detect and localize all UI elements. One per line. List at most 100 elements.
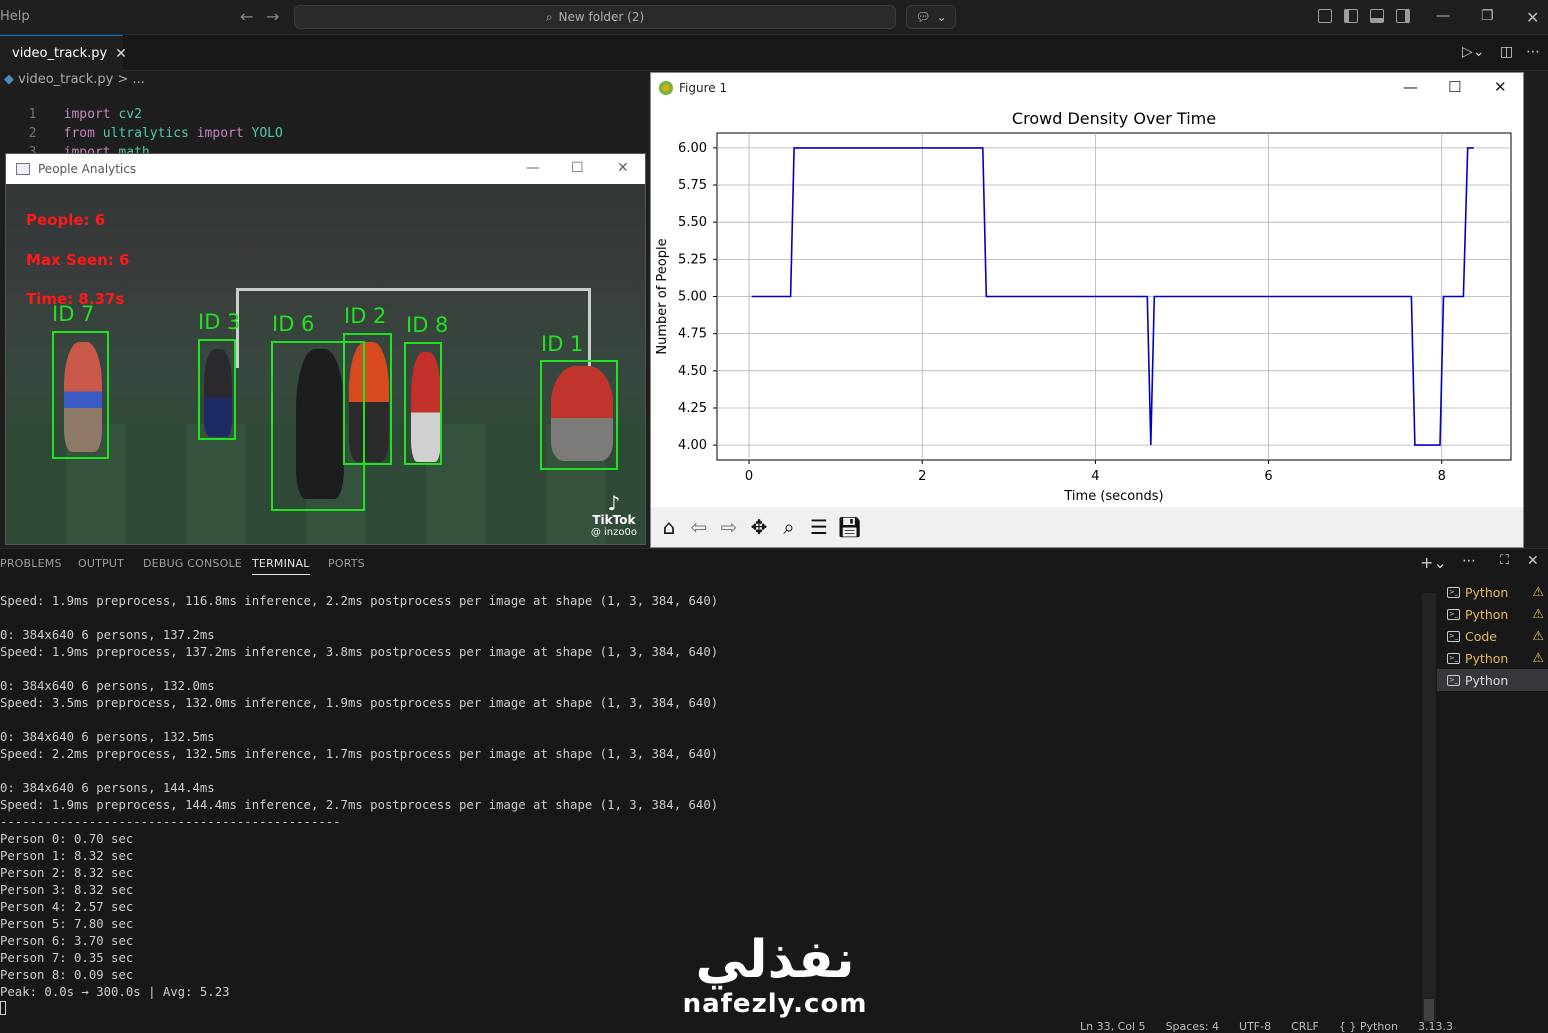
matplotlib-icon: [659, 81, 673, 95]
terminal-icon: >_: [1447, 586, 1460, 598]
terminal-instance-label: Python: [1465, 606, 1509, 622]
status-spaces[interactable]: Spaces: 4: [1166, 1020, 1219, 1033]
tab-problems[interactable]: PROBLEMS: [0, 557, 62, 570]
status-encoding[interactable]: UTF-8: [1239, 1020, 1271, 1033]
figure-titlebar[interactable]: Figure 1 — ☐ ✕: [651, 73, 1523, 103]
terminal-line: 0: 384x640 6 persons, 137.2ms: [0, 628, 215, 642]
terminal-instance-active[interactable]: >_ Python: [1437, 669, 1548, 691]
terminal-line: Speed: 1.9ms preprocess, 144.4ms inferen…: [0, 798, 719, 812]
terminal-instance[interactable]: >_ Python ⚠: [1437, 647, 1548, 669]
people-analytics-window: People Analytics — ☐ ✕ People: 6 Max See…: [5, 153, 646, 545]
terminal-line: 0: 384x640 6 persons, 144.4ms: [0, 781, 215, 795]
python-file-icon: ◆: [4, 72, 14, 87]
people-analytics-titlebar[interactable]: People Analytics — ☐ ✕: [6, 154, 645, 184]
status-position[interactable]: Ln 33, Col 5: [1080, 1020, 1146, 1033]
maximize-icon[interactable]: ☐: [571, 160, 584, 176]
detection-id: ID 2: [344, 304, 387, 328]
close-icon[interactable]: ✕: [617, 160, 629, 176]
detection-id: ID 7: [52, 302, 95, 326]
close-icon[interactable]: ✕: [1526, 8, 1539, 27]
tab-output[interactable]: OUTPUT: [78, 557, 124, 570]
terminal-line: Speed: 2.2ms preprocess, 132.5ms inferen…: [0, 747, 719, 761]
terminal-instance[interactable]: >_ Python ⚠: [1437, 603, 1548, 625]
code-token: YOLO: [243, 126, 283, 141]
y-tick-label: 4.75: [678, 327, 707, 342]
close-icon[interactable]: ✕: [1494, 78, 1507, 96]
menu-help[interactable]: Help: [0, 9, 30, 24]
toggle-primary-sidebar-icon[interactable]: [1344, 9, 1358, 23]
y-tick-label: 4.00: [678, 438, 707, 453]
crowd-density-chart: 4.00 4.25 4.50 4.75 5.00 5.25 5.50 5.75 6.00 0 2 4 6…: [655, 109, 1512, 504]
terminal-instances: >_ Python ⚠ >_ Python ⚠ >_ Code ⚠ >_ Python ⚠ >_…: [1437, 581, 1548, 691]
copilot-button[interactable]: 💬︎ ⌄: [906, 5, 956, 29]
x-tick-label: 8: [1438, 469, 1446, 484]
terminal-line: Speed: 3.5ms preprocess, 132.0ms inferen…: [0, 696, 719, 710]
search-icon: ⌕: [545, 9, 553, 24]
status-version[interactable]: 3.13.3: [1418, 1020, 1453, 1033]
x-tick-label: 4: [1091, 469, 1099, 484]
terminal-icon: >_: [1447, 652, 1460, 664]
figure-window: Figure 1 — ☐ ✕ 4.00 4.25 4.50 4.75 5.00 5.25 5…: [650, 72, 1524, 548]
tab-close-icon[interactable]: ✕: [115, 46, 127, 62]
tab-ports[interactable]: PORTS: [328, 557, 365, 570]
terminal-instance-label: Python: [1465, 672, 1509, 688]
warning-icon: ⚠: [1532, 606, 1544, 622]
split-editor-icon[interactable]: ◫: [1500, 44, 1513, 60]
terminal-instance[interactable]: >_ Python ⚠: [1437, 581, 1548, 603]
minimize-icon[interactable]: —: [1436, 8, 1450, 24]
terminal-instance[interactable]: >_ Code ⚠: [1437, 625, 1548, 647]
terminal-scroll-thumb[interactable]: [1424, 999, 1434, 1021]
toggle-secondary-sidebar-icon[interactable]: [1396, 9, 1410, 23]
status-eol[interactable]: CRLF: [1291, 1020, 1319, 1033]
new-terminal-icon[interactable]: +⌄: [1420, 553, 1447, 572]
figure-title: Figure 1: [679, 81, 728, 95]
back-icon[interactable]: ⇦: [687, 515, 711, 539]
terminal-line: Person 2: 8.32 sec: [0, 866, 134, 880]
status-language[interactable]: { } Python: [1339, 1020, 1398, 1033]
terminal-line: Person 0: 0.70 sec: [0, 832, 134, 846]
tab-video-track[interactable]: video_track.py ✕: [0, 35, 127, 71]
y-tick-label: 4.50: [678, 364, 707, 379]
tab-debug-console[interactable]: DEBUG CONSOLE: [143, 557, 242, 570]
goal-post-right: [588, 288, 591, 368]
minimize-icon[interactable]: —: [1403, 78, 1418, 96]
breadcrumb[interactable]: ◆ video_track.py > ...: [0, 72, 145, 92]
run-icon[interactable]: ▷⌄: [1462, 44, 1485, 60]
terminal-line: Person 3: 8.32 sec: [0, 883, 134, 897]
zoom-icon[interactable]: ⌕: [777, 515, 801, 539]
terminal-instance-label: Python: [1465, 584, 1509, 600]
more-actions-icon[interactable]: ⋯: [1526, 44, 1540, 60]
tab-terminal[interactable]: TERMINAL: [252, 557, 310, 575]
forward-arrow-icon[interactable]: →: [266, 7, 279, 26]
toggle-panel-icon[interactable]: [1370, 9, 1384, 23]
maximize-panel-icon[interactable]: ⛶: [1500, 553, 1509, 568]
forward-icon[interactable]: ⇨: [717, 515, 741, 539]
maximize-icon[interactable]: ☐: [1448, 78, 1461, 96]
terminal-scrollbar[interactable]: [1422, 593, 1436, 1023]
video-frame: People: 6 Max Seen: 6 Time: 8.37s ID 7 I…: [6, 184, 645, 544]
minimize-icon[interactable]: —: [526, 160, 540, 176]
detection-id: ID 8: [406, 313, 449, 337]
terminal-icon: >_: [1447, 608, 1460, 620]
command-center-search[interactable]: ⌕ New folder (2): [294, 5, 896, 29]
x-axis-label: Time (seconds): [1063, 489, 1163, 504]
configure-icon[interactable]: ☰: [807, 515, 831, 539]
detection-id: ID 1: [541, 332, 584, 356]
pan-icon[interactable]: ✥: [747, 515, 771, 539]
save-icon[interactable]: 💾︎: [837, 515, 862, 539]
home-icon[interactable]: ⌂: [657, 515, 681, 539]
overlay-people-count: People: 6: [26, 211, 106, 229]
customize-layout-icon[interactable]: [1318, 9, 1332, 23]
back-arrow-icon[interactable]: ←: [240, 7, 253, 26]
restore-icon[interactable]: ❐: [1481, 8, 1494, 24]
overlay-max-seen: Max Seen: 6: [26, 251, 130, 269]
code-line[interactable]: 2 from ultralytics import YOLO: [0, 111, 283, 141]
code-line[interactable]: 3import math: [0, 130, 150, 160]
code-line[interactable]: 1 import cv2: [0, 92, 142, 122]
close-panel-icon[interactable]: ✕: [1527, 553, 1539, 569]
more-icon[interactable]: ⋯: [1462, 553, 1476, 569]
terminal-icon: >_: [1447, 630, 1460, 642]
